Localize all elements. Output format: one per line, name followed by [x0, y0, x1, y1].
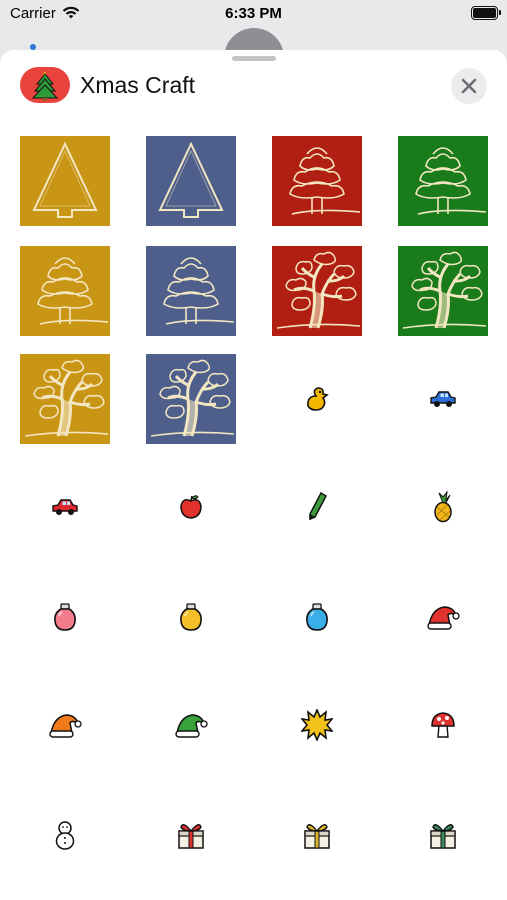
sticker-cell[interactable] — [272, 572, 362, 662]
clock: 6:33 PM — [225, 5, 282, 22]
pencil-icon — [306, 491, 328, 528]
branchy-tree-icon — [398, 246, 488, 336]
pink-ornament-icon — [51, 602, 79, 637]
sticker-cell[interactable] — [20, 136, 110, 226]
status-bar: Carrier 6:33 PM — [0, 0, 507, 30]
sticker-cell[interactable] — [272, 354, 362, 444]
blue-ornament-icon — [303, 602, 331, 637]
red-car-icon — [50, 497, 80, 522]
sticker-cell[interactable] — [398, 462, 488, 552]
branchy-tree-icon — [146, 354, 236, 444]
sticker-cell[interactable] — [398, 354, 488, 444]
sticker-cell[interactable] — [146, 462, 236, 552]
apple-icon — [177, 493, 205, 526]
fluffy-tree-icon — [146, 246, 236, 336]
outline-tree-icon — [20, 136, 110, 226]
sticker-grid — [0, 50, 507, 900]
sticker-cell[interactable] — [272, 680, 362, 770]
sticker-cell[interactable] — [146, 246, 236, 336]
sticker-cell[interactable] — [20, 572, 110, 662]
blue-car-icon — [428, 389, 458, 414]
sticker-cell[interactable] — [146, 680, 236, 770]
yellow-ornament-icon — [177, 602, 205, 637]
red-santa-hat-icon — [426, 603, 460, 636]
duck-icon — [302, 384, 332, 419]
sticker-cell[interactable] — [146, 790, 236, 880]
sticker-cell[interactable] — [272, 136, 362, 226]
fluffy-tree-icon — [398, 136, 488, 226]
orange-santa-hat-icon — [48, 711, 82, 744]
green-ribbon-gift-icon — [427, 819, 459, 856]
outline-tree-icon — [146, 136, 236, 226]
sticker-cell[interactable] — [398, 790, 488, 880]
sticker-cell[interactable] — [20, 680, 110, 770]
mushroom-icon — [429, 710, 457, 745]
sticker-cell[interactable] — [146, 572, 236, 662]
sticker-cell[interactable] — [272, 790, 362, 880]
sticker-cell[interactable] — [146, 354, 236, 444]
sticker-cell[interactable] — [272, 462, 362, 552]
sticker-cell[interactable] — [20, 354, 110, 444]
sticker-cell[interactable] — [272, 246, 362, 336]
sticker-cell[interactable] — [146, 136, 236, 226]
snowman-icon — [53, 819, 77, 856]
red-ribbon-gift-icon — [175, 819, 207, 856]
green-santa-hat-icon — [174, 711, 208, 744]
sticker-cell[interactable] — [20, 790, 110, 880]
sticker-cell[interactable] — [398, 136, 488, 226]
sticker-cell[interactable] — [398, 246, 488, 336]
branchy-tree-icon — [272, 246, 362, 336]
pineapple-icon — [431, 490, 455, 528]
sticker-cell[interactable] — [398, 680, 488, 770]
branchy-tree-icon — [20, 354, 110, 444]
fluffy-tree-icon — [272, 136, 362, 226]
battery-icon — [471, 6, 501, 20]
sticker-cell[interactable] — [20, 246, 110, 336]
fluffy-tree-icon — [20, 246, 110, 336]
sticker-cell[interactable] — [20, 462, 110, 552]
sunburst-icon — [300, 707, 334, 746]
sticker-sheet: Xmas Craft — [0, 50, 507, 900]
sticker-cell[interactable] — [398, 572, 488, 662]
yellow-ribbon-gift-icon — [301, 819, 333, 856]
